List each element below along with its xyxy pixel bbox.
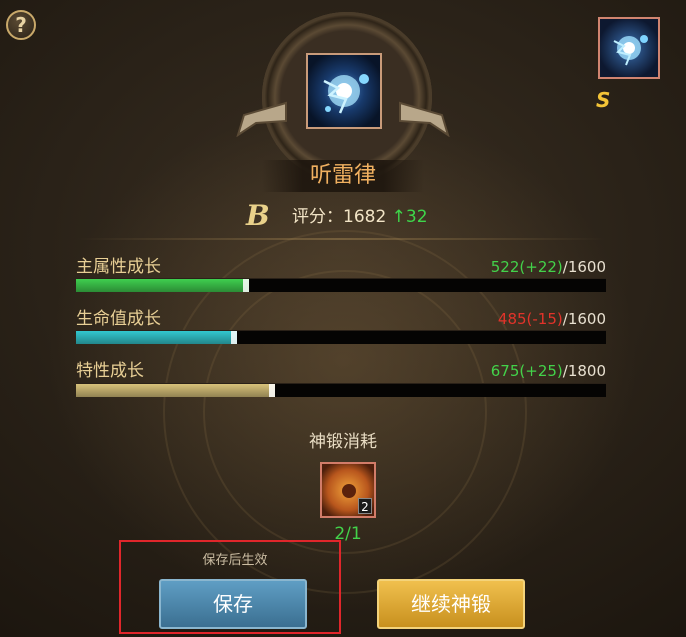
cost-item-slot[interactable]: 2: [320, 462, 376, 518]
progress-fill: [76, 331, 237, 344]
left-blade-ornament: [236, 101, 287, 137]
stat-change: (+22): [519, 258, 563, 276]
score-row: 评分：1682 ↑32: [292, 205, 428, 229]
score-delta-value: 32: [405, 207, 428, 227]
stat-change: (+25): [519, 362, 563, 380]
stat-label-trait: 特性成长: [76, 361, 144, 381]
stat-current: 675: [490, 362, 520, 380]
stat-value-health: 485(-15)/1600: [498, 307, 606, 331]
lightning-orb-icon: [323, 74, 369, 114]
progress-cap: [230, 331, 237, 344]
continue-forge-button[interactable]: 继续神锻: [377, 579, 525, 629]
stat-label-health: 生命值成长: [76, 309, 161, 329]
stat-label-main-attribute: 主属性成长: [76, 257, 161, 277]
cost-title: 神锻消耗: [309, 432, 377, 452]
stat-max: /1600: [562, 258, 606, 276]
stat-max: /1600: [562, 310, 606, 328]
progress-cap: [242, 279, 249, 292]
stat-value-trait: 675(+25)/1800: [491, 359, 606, 383]
progress-fill: [76, 279, 249, 292]
right-blade-ornament: [399, 101, 450, 137]
cost-item-count: 2: [358, 498, 372, 514]
item-name: 听雷律: [309, 163, 376, 188]
main-item-slot[interactable]: [306, 53, 382, 129]
corner-item-slot[interactable]: [598, 17, 660, 79]
lightning-orb-icon: [613, 35, 648, 66]
stat-change: (-15): [526, 310, 563, 328]
forge-panel: ? S 听雷律 B 评分：1682 ↑32 主属性成长 522(+22)/160…: [0, 0, 686, 637]
stat-current: 522: [490, 258, 520, 276]
progress-fill: [76, 384, 275, 397]
highlight-box: [119, 540, 341, 634]
score-value: 1682: [343, 207, 387, 227]
stat-value-main-attribute: 522(+22)/1600: [491, 255, 606, 279]
score-grade-badge: B: [246, 199, 270, 232]
progress-cap: [268, 384, 275, 397]
score-label: 评分：: [292, 207, 343, 227]
up-arrow-icon: ↑: [391, 207, 406, 227]
progress-bar-main-attribute: [76, 278, 606, 292]
progress-bar-trait: [76, 383, 606, 397]
stat-max: /1800: [562, 362, 606, 380]
help-button[interactable]: ?: [6, 10, 36, 40]
score-delta: ↑32: [392, 207, 428, 227]
gold-coin-icon: [342, 484, 356, 498]
corner-grade-badge: S: [596, 88, 611, 112]
stat-current: 485: [497, 310, 527, 328]
progress-bar-health: [76, 330, 606, 344]
divider: [76, 238, 606, 240]
